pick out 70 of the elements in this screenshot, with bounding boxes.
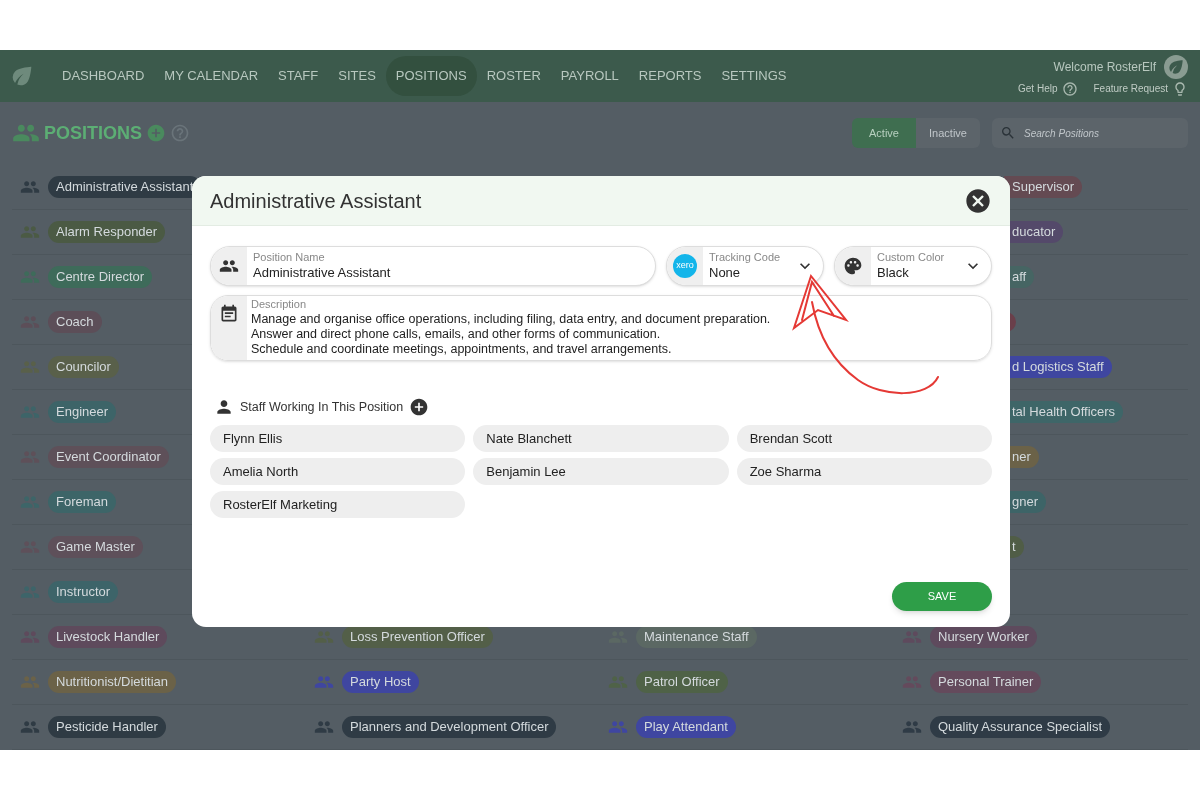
position-tag[interactable]: Centre Director	[48, 266, 153, 288]
field-label: Position Name	[253, 251, 326, 265]
field-label: Custom Color	[877, 251, 946, 265]
nav-tab[interactable]: STAFF	[268, 56, 329, 96]
description-line: Schedule and coordinate meetings, appointments, and travel arrangements.	[251, 341, 673, 357]
search-field[interactable]: Search Positions	[992, 118, 1188, 149]
nav-tab[interactable]: REPORTS	[628, 56, 712, 96]
filter-tab[interactable]: Inactive	[916, 118, 980, 149]
select-field[interactable]: Custom Color Black	[834, 246, 992, 286]
nav-tab[interactable]: PAYROLL	[550, 56, 629, 96]
position-tag[interactable]: Councilor	[48, 356, 119, 378]
field-value: None	[709, 264, 742, 281]
description-field[interactable]	[210, 295, 992, 361]
field-label: Tracking Code	[709, 251, 782, 265]
staff-chip[interactable]: RosterElf Marketing	[210, 491, 466, 518]
dialog-title: Administrative Assistant	[210, 188, 422, 214]
close-icon[interactable]	[964, 186, 992, 215]
staff-chip[interactable]: Nate Blanchett	[473, 425, 729, 452]
page-title: POSITIONS	[44, 121, 142, 145]
nav-tab[interactable]: ROSTER	[476, 56, 551, 96]
position-tag[interactable]: Coach	[48, 311, 102, 333]
position-tag[interactable]: Patrol Officer	[636, 671, 728, 693]
staff-chip[interactable]: Zoe Sharma	[736, 458, 992, 485]
position-tag[interactable]: Event Coordinator	[48, 446, 169, 468]
nav-tab[interactable]: SITES	[328, 56, 386, 96]
nav-tab[interactable]: SETTINGS	[711, 56, 797, 96]
input-field[interactable]: Position Name Administrative Assistant	[210, 246, 656, 286]
description-line: Manage and organise office operations, including filing, data entry, and document preparation.	[251, 311, 771, 327]
staff-chip[interactable]: Flynn Ellis	[210, 425, 466, 452]
position-tag[interactable]: Party Host	[342, 671, 419, 693]
position-tag[interactable]: Planners and Development Officer	[342, 716, 557, 738]
add-icon[interactable]	[409, 397, 430, 417]
position-tag[interactable]: Supervisor	[1004, 176, 1083, 198]
position-tag[interactable]: Livestock Handler	[48, 626, 168, 648]
position-tag[interactable]: Game Master	[48, 536, 143, 558]
position-tag[interactable]: Play Attendant	[636, 716, 736, 738]
position-tag[interactable]: Nursery Worker	[930, 626, 1037, 648]
field-value: Black	[877, 264, 910, 281]
position-tag[interactable]: Loss Prevention Officer	[342, 626, 493, 648]
position-tag[interactable]: Quality Assurance Specialist	[930, 716, 1111, 738]
position-tag[interactable]: Foreman	[48, 491, 117, 513]
section-heading: Staff Working In This Position	[240, 398, 404, 416]
help-icon	[1061, 80, 1078, 97]
field-label: Description	[251, 298, 308, 312]
position-tag[interactable]: Alarm Responder	[48, 221, 166, 243]
nav-tab[interactable]: DASHBOARD	[52, 56, 155, 96]
select-field[interactable]: xero Tracking Code None	[666, 246, 824, 286]
xero-logo: xero	[673, 254, 697, 278]
welcome-text: Welcome RosterElf	[1053, 58, 1156, 76]
staff-chip[interactable]: Brendan Scott	[736, 425, 992, 452]
save-button[interactable]: SAVE	[892, 582, 992, 611]
palette-icon	[843, 256, 863, 276]
position-tag[interactable]: Nutritionist/Dietitian	[48, 671, 176, 693]
avatar-icon[interactable]	[1164, 54, 1188, 79]
position-tag[interactable]: Engineer	[48, 401, 117, 423]
lightbulb-icon	[1172, 80, 1188, 97]
nav-tab[interactable]: POSITIONS	[385, 56, 477, 96]
staff-chip[interactable]: Benjamin Lee	[473, 458, 729, 485]
position-tag[interactable]: Personal Trainer	[930, 671, 1042, 693]
position-tag[interactable]: Instructor	[48, 581, 119, 603]
filter-tab[interactable]: Active	[852, 118, 916, 149]
description-line: Answer and direct phone calls, emails, and other forms of communication.	[251, 326, 662, 342]
note-icon	[219, 304, 239, 324]
nav-tab[interactable]: MY CALENDAR	[154, 56, 269, 96]
position-tag[interactable]: Pesticide Handler	[48, 716, 166, 738]
staff-chip[interactable]: Amelia North	[210, 458, 466, 485]
position-tag[interactable]: Maintenance Staff	[636, 626, 757, 648]
feature-request-link[interactable]: Feature Request	[1093, 81, 1168, 97]
field-value: Administrative Assistant	[253, 264, 392, 281]
get-help-link[interactable]: Get Help	[1018, 81, 1058, 97]
